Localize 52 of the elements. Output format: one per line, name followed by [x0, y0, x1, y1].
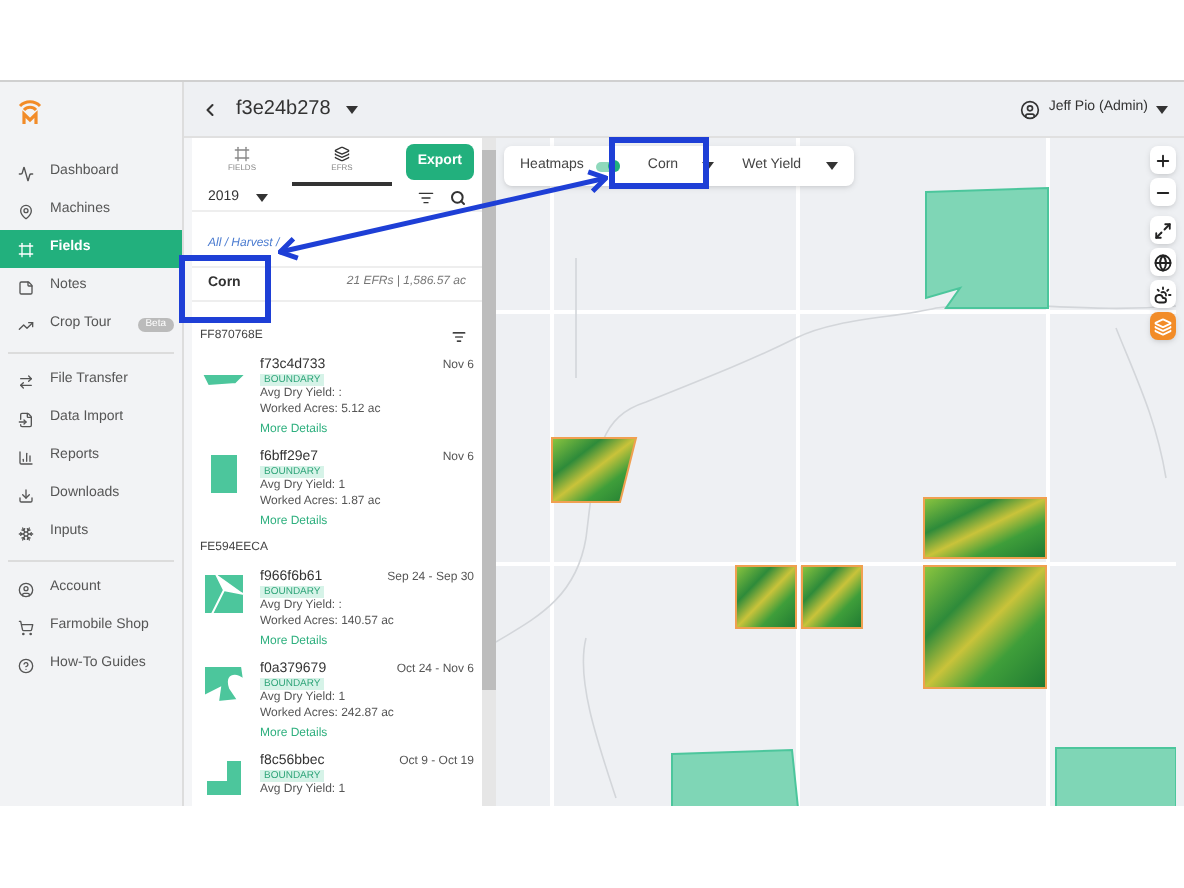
expand-icon: [1154, 221, 1172, 239]
note-icon: [18, 279, 34, 295]
field-shape-icon: [204, 666, 244, 702]
trend-icon: [18, 317, 34, 333]
globe-icon: [1154, 253, 1172, 271]
zoom-out-button[interactable]: [1150, 178, 1176, 206]
layers-icon: [334, 146, 350, 163]
transfer-icon: [18, 373, 34, 389]
bar-chart-icon: [18, 449, 34, 465]
caret-icon: [255, 194, 268, 203]
frame-icon: [234, 146, 250, 163]
sort-icon[interactable]: [452, 329, 466, 343]
field-boundary: [671, 748, 800, 806]
zoom-in-button[interactable]: [1150, 146, 1176, 174]
weather-button[interactable]: [1150, 280, 1176, 308]
field-shape-icon: [204, 574, 244, 614]
layers-icon: [1154, 317, 1172, 335]
title-dropdown[interactable]: f3e24b278: [236, 94, 359, 124]
globe-button[interactable]: [1150, 248, 1176, 276]
heatmap-field: [923, 565, 1047, 689]
zoom-in-icon: [1154, 151, 1172, 169]
highlight-box: [179, 255, 271, 323]
logo-icon: [18, 98, 42, 126]
field-boundary: [925, 186, 1049, 309]
user-icon: [18, 581, 34, 597]
activity-icon: [18, 165, 34, 181]
search-icon[interactable]: [450, 190, 466, 207]
caret-icon: [346, 105, 359, 113]
help-icon: [18, 657, 34, 673]
field-shape-icon: [206, 760, 242, 796]
caret-icon: [1156, 105, 1168, 113]
download-icon: [18, 487, 34, 503]
scrollbar-thumb[interactable]: [482, 150, 496, 690]
expand-button[interactable]: [1150, 216, 1176, 244]
caret-icon: [825, 162, 838, 170]
heatmap-field: [923, 497, 1047, 559]
heatmaps-toggle[interactable]: [595, 161, 620, 171]
heatmap-field: [801, 565, 863, 629]
filter-icon[interactable]: [418, 190, 434, 207]
user-icon: [1020, 99, 1041, 119]
frame-icon: [18, 241, 34, 257]
heatmap-field: [551, 437, 638, 503]
field-shape-icon: [210, 454, 238, 494]
weather-icon: [1154, 285, 1172, 303]
snowflake-icon: [18, 525, 34, 541]
highlight-box: [609, 137, 709, 189]
pin-icon: [18, 203, 34, 219]
heatmap-field: [735, 565, 797, 629]
field-shape-icon: [202, 374, 246, 386]
cart-icon: [18, 619, 34, 635]
import-icon: [18, 411, 34, 427]
field-boundary: [1055, 747, 1176, 806]
